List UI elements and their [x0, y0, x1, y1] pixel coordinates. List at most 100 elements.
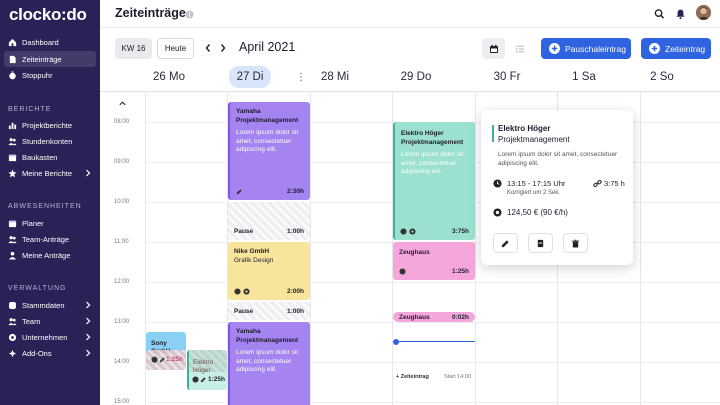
popover-title: Elektro Höger	[498, 124, 551, 133]
sidebar-item-unternehmen[interactable]: Unternehmen	[4, 329, 96, 345]
day-header-tue[interactable]: 27 Di	[229, 66, 271, 88]
link-icon	[593, 179, 602, 188]
month-label: April 2021	[239, 40, 296, 54]
calendar-icon	[489, 44, 498, 53]
sidebar-item-team-antraege[interactable]: Team-Anträge	[4, 231, 96, 247]
add-entry-link[interactable]: + Zeiteintrag	[396, 374, 429, 380]
billable-icon	[234, 288, 241, 295]
bell-icon[interactable]	[675, 8, 686, 20]
more-vertical-icon[interactable]	[298, 71, 304, 83]
event-tue-yamaha-2[interactable]: Yamaha Projektmanagement Lorem ipsum dol…	[228, 322, 310, 405]
event-tue-pause[interactable]: Pause 1:00h	[228, 202, 310, 240]
time-label: 08:00	[114, 119, 130, 125]
add-flat-entry-button[interactable]: Pauschaleintrag	[541, 38, 631, 59]
current-time-dot	[393, 339, 399, 345]
chevron-right-icon	[86, 317, 91, 325]
sidebar-item-dashboard[interactable]: Dashboard	[4, 34, 96, 50]
event-title: Zeughaus	[399, 249, 430, 256]
list-view-button[interactable]	[508, 38, 531, 59]
trash-icon	[571, 239, 580, 248]
time-label: 14:00	[114, 359, 130, 365]
sidebar: clocko:do Dashboard Zeiteinträge Stoppuh…	[0, 0, 100, 405]
plus-circle-icon	[549, 43, 560, 54]
day-header-sat[interactable]: 1 Sa	[566, 66, 602, 88]
info-icon[interactable]	[185, 10, 194, 19]
add-time-entry-button[interactable]: Zeiteintrag	[641, 38, 711, 59]
search-icon[interactable]	[654, 8, 665, 20]
pencil-icon	[501, 239, 509, 247]
sidebar-item-label: Planer	[22, 218, 44, 228]
sidebar-item-team[interactable]: Team	[4, 313, 96, 329]
day-header-thu[interactable]: 29 Do	[395, 66, 437, 88]
event-title: Yamaha	[236, 108, 261, 115]
sidebar-item-label: Stoppuhr	[22, 70, 53, 80]
sidebar-item-add-ons[interactable]: Add-Ons	[4, 345, 96, 361]
list-icon	[515, 45, 524, 53]
billable-icon	[192, 376, 199, 383]
day-header-fri[interactable]: 30 Fr	[487, 66, 527, 88]
app-logo[interactable]: clocko:do	[9, 5, 87, 25]
event-thu-zeughaus-short[interactable]: Zeughaus 0:02h	[393, 312, 475, 322]
event-title: Elektro Höger	[193, 359, 214, 374]
sidebar-item-stundenkonten[interactable]: Stundenkonten	[4, 133, 96, 149]
plus-circle-icon	[649, 43, 660, 54]
edit-button[interactable]	[493, 233, 518, 253]
event-mon-overlap[interactable]: 1:25h	[146, 350, 186, 370]
column-divider	[475, 92, 476, 405]
week-badge[interactable]: KW 16	[115, 38, 152, 59]
chevron-up-icon[interactable]	[118, 99, 127, 108]
billable-icon	[399, 268, 406, 275]
duplicate-button[interactable]	[528, 233, 553, 253]
event-duration: 1:25h	[208, 376, 225, 383]
avatar[interactable]	[696, 5, 711, 20]
sidebar-item-projektberichte[interactable]: Projektberichte	[4, 117, 96, 133]
box-icon	[8, 153, 17, 162]
team-icon	[8, 317, 17, 326]
sidebar-item-baukasten[interactable]: Baukasten	[4, 149, 96, 165]
sidebar-item-label: Dashboard	[22, 37, 59, 47]
delete-button[interactable]	[563, 233, 588, 253]
chevron-left-icon[interactable]	[204, 42, 212, 54]
day-header-mon[interactable]: 26 Mo	[147, 66, 191, 88]
sidebar-item-stammdaten[interactable]: Stammdaten	[4, 297, 96, 313]
sidebar-item-label: Stundenkonten	[22, 136, 73, 146]
project-color-bar	[492, 125, 494, 142]
event-tue-pause-2[interactable]: Pause 1:00h	[228, 302, 310, 320]
popover-subtitle: Projektmanagement	[498, 135, 570, 144]
time-label: 11:00	[114, 239, 129, 245]
page-title: Zeiteinträge	[115, 6, 186, 20]
team-requests-icon	[8, 235, 17, 244]
chevron-right-icon	[86, 169, 91, 177]
home-icon	[8, 38, 17, 47]
chevron-right-icon[interactable]	[219, 42, 227, 54]
event-title: Pause	[234, 228, 254, 235]
sidebar-item-meine-berichte[interactable]: Meine Berichte	[4, 165, 96, 181]
calendar-view-button[interactable]	[482, 38, 505, 59]
event-title: Elektro Höger	[401, 130, 444, 137]
event-tue-yamaha[interactable]: Yamaha Projektmanagement Lorem ipsum dol…	[228, 102, 310, 200]
chevron-right-icon	[86, 301, 91, 309]
chart-icon	[8, 121, 17, 130]
day-header-sun[interactable]: 2 So	[644, 66, 680, 88]
event-title: Zeughaus	[399, 314, 430, 321]
sidebar-item-meine-antraege[interactable]: Meine Anträge	[4, 247, 96, 263]
event-duration: 2:30h	[287, 188, 304, 195]
time-label: 15:00	[114, 399, 130, 405]
event-mon-elektro[interactable]: Elektro Höger 1:25h	[187, 350, 227, 390]
event-description: Lorem ipsum dolor sit amet, consectetuer…	[401, 151, 464, 175]
event-thu-elektro[interactable]: Elektro Höger Projektmanagement Lorem ip…	[393, 122, 475, 240]
day-header-wed[interactable]: 28 Mi	[314, 66, 356, 88]
entry-popover: Elektro Höger Projektmanagement Lorem ip…	[481, 110, 633, 265]
sidebar-item-label: Team-Anträge	[22, 234, 70, 244]
edit-icon	[236, 189, 242, 195]
sidebar-item-stoppuhr[interactable]: Stoppuhr	[4, 67, 96, 83]
sidebar-item-label: Stammdaten	[22, 300, 65, 310]
popover-time: 13:15 - 17:15 Uhr	[507, 179, 566, 188]
sidebar-item-zeiteintraege[interactable]: Zeiteinträge	[4, 51, 96, 67]
building-icon	[8, 333, 17, 342]
sidebar-item-planer[interactable]: Planer	[4, 215, 96, 231]
sidebar-item-label: Unternehmen	[22, 332, 68, 342]
event-tue-nike[interactable]: Nike GmbH Grafik Design 2:00h	[228, 242, 310, 300]
event-thu-zeughaus[interactable]: Zeughaus 1:25h	[393, 242, 475, 280]
today-button[interactable]: Heute	[157, 38, 194, 59]
